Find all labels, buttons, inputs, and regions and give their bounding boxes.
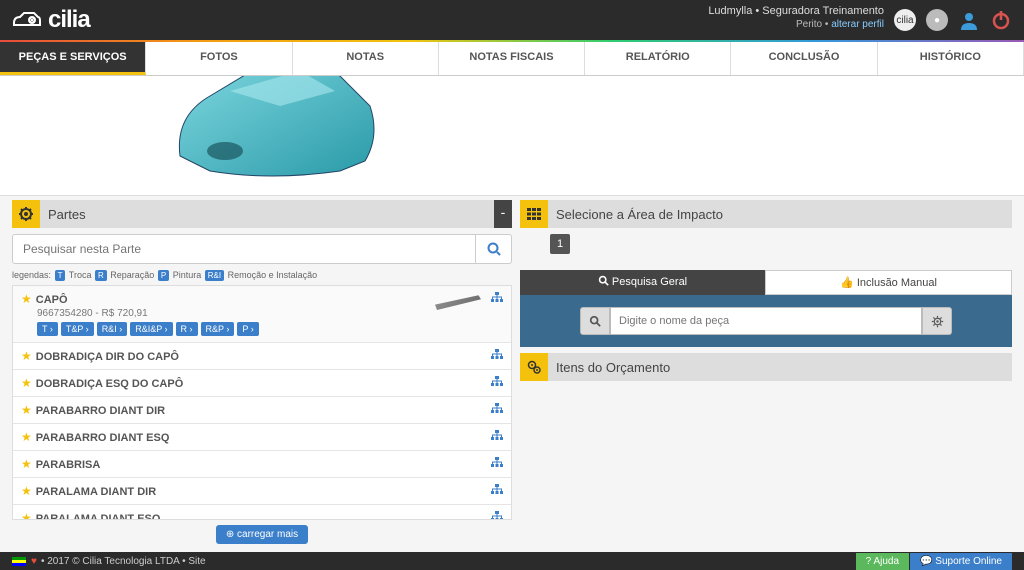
part-row[interactable]: ★DOBRADIÇA ESQ DO CAPÔ <box>13 370 511 397</box>
hierarchy-icon[interactable] <box>491 430 503 443</box>
gear-icon <box>12 200 40 228</box>
part-list[interactable]: ★CAPÔ 9667354280 - R$ 720,91 T › T&P › R… <box>12 285 512 520</box>
part-row[interactable]: ★PARABARRO DIANT ESQ <box>13 424 511 451</box>
star-icon: ★ <box>21 457 32 471</box>
star-icon: ★ <box>21 484 32 498</box>
flag-icon <box>12 557 26 566</box>
copyright-text: • 2017 © Cilia Tecnologia LTDA • Site <box>41 556 206 567</box>
part-row-capo[interactable]: ★CAPÔ 9667354280 - R$ 720,91 T › T&P › R… <box>13 286 511 343</box>
hierarchy-icon[interactable] <box>491 511 503 520</box>
tab-conclusao[interactable]: CONCLUSÃO <box>731 42 877 75</box>
tag-rp[interactable]: R&P › <box>201 322 235 336</box>
tab-fotos[interactable]: FOTOS <box>146 42 292 75</box>
budget-panel-header: Itens do Orçamento <box>520 353 1012 381</box>
footer: ♥ • 2017 © Cilia Tecnologia LTDA • Site … <box>0 552 1024 570</box>
star-icon: ★ <box>21 511 32 520</box>
tag-t[interactable]: T › <box>37 322 58 336</box>
part-row[interactable]: ★PARALAMA DIANT DIR <box>13 478 511 505</box>
user-name-line: Ludmylla • Seguradora Treinamento <box>708 4 884 18</box>
tab-pesquisa-geral[interactable]: Pesquisa Geral <box>520 270 765 295</box>
tag-ri[interactable]: R&I › <box>97 322 128 336</box>
main-tabs: PEÇAS E SERVIÇOS FOTOS NOTAS NOTAS FISCA… <box>0 42 1024 76</box>
part-row[interactable]: ★PARALAMA DIANT ESQ <box>13 505 511 520</box>
part-row[interactable]: ★DOBRADIÇA DIR DO CAPÔ <box>13 343 511 370</box>
grid-icon <box>520 200 548 228</box>
user-info: Ludmylla • Seguradora Treinamento Perito… <box>708 4 884 31</box>
support-button[interactable]: 💬 Suporte Online <box>910 553 1012 570</box>
tab-historico[interactable]: HISTÓRICO <box>878 42 1024 75</box>
tab-relatorio[interactable]: RELATÓRIO <box>585 42 731 75</box>
car-diagram-area[interactable] <box>0 76 1024 196</box>
tag-tp[interactable]: T&P › <box>61 322 94 336</box>
search-icon-button[interactable] <box>580 307 610 335</box>
impact-panel-header: Selecione a Área de Impacto <box>520 200 1012 228</box>
star-icon: ★ <box>21 376 32 390</box>
star-icon: ★ <box>21 403 32 417</box>
tag-r[interactable]: R › <box>176 322 198 336</box>
tab-notas[interactable]: NOTAS <box>293 42 439 75</box>
help-button[interactable]: ? Ajuda <box>856 553 909 570</box>
hierarchy-icon[interactable] <box>491 457 503 470</box>
legends-row: legendas: T Troca R Reparação P Pintura … <box>12 270 512 281</box>
partes-title: Partes <box>40 207 86 222</box>
minimize-button[interactable]: - <box>494 200 512 228</box>
alter-profile-link[interactable]: alterar perfil <box>831 19 884 30</box>
star-icon: ★ <box>21 349 32 363</box>
settings-icon-button[interactable] <box>922 307 952 335</box>
partes-search-button[interactable] <box>476 234 512 264</box>
load-more-button[interactable]: ⊕ carregar mais <box>216 525 308 544</box>
badge-seguro-icon[interactable]: ● <box>926 9 948 31</box>
star-icon: ★ <box>21 430 32 444</box>
brand-text: cilia <box>48 6 90 34</box>
hierarchy-icon[interactable] <box>491 292 503 305</box>
impact-title: Selecione a Área de Impacto <box>548 207 723 222</box>
user-icon[interactable] <box>958 9 980 31</box>
tab-inclusao-manual[interactable]: 👍 Inclusão Manual <box>765 270 1012 295</box>
impact-area-1[interactable]: 1 <box>550 234 570 254</box>
power-icon[interactable] <box>990 9 1012 31</box>
tag-rip[interactable]: R&I&P › <box>130 322 172 336</box>
part-row[interactable]: ★PARABARRO DIANT DIR <box>13 397 511 424</box>
partes-search-input[interactable] <box>12 234 476 264</box>
budget-title: Itens do Orçamento <box>548 360 670 375</box>
star-icon: ★ <box>21 292 32 306</box>
hierarchy-icon[interactable] <box>491 349 503 362</box>
tab-pecas-servicos[interactable]: PEÇAS E SERVIÇOS <box>0 42 146 75</box>
tab-notas-fiscais[interactable]: NOTAS FISCAIS <box>439 42 585 75</box>
brand-logo: cilia <box>12 6 90 34</box>
badge-cilia-icon[interactable]: cilia <box>894 9 916 31</box>
hierarchy-icon[interactable] <box>491 403 503 416</box>
gears-icon <box>520 353 548 381</box>
hierarchy-icon[interactable] <box>491 376 503 389</box>
hierarchy-icon[interactable] <box>491 484 503 497</box>
heart-icon: ♥ <box>31 556 37 567</box>
tag-p[interactable]: P › <box>237 322 258 336</box>
part-name-input[interactable] <box>610 307 922 335</box>
part-row[interactable]: ★PARABRISA <box>13 451 511 478</box>
partes-panel-header: Partes - <box>12 200 512 228</box>
